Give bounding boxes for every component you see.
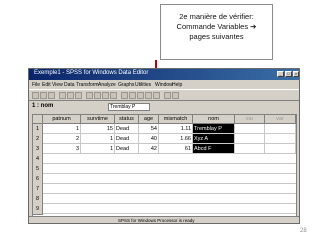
table-cell[interactable]: 61	[159, 144, 193, 154]
table-cell[interactable]: 1	[43, 124, 81, 134]
table-cell[interactable]	[235, 144, 265, 154]
empty-row[interactable]	[43, 184, 296, 194]
redo-icon[interactable]	[75, 92, 82, 99]
table-cell[interactable]: 15	[81, 124, 115, 134]
page-number: 28	[300, 228, 307, 234]
find-icon[interactable]	[110, 92, 117, 99]
select-cases-icon[interactable]	[153, 92, 160, 99]
menu-analyze[interactable]: Analyze	[98, 82, 116, 88]
goto-chart-icon[interactable]	[86, 92, 93, 99]
close-button[interactable]: ×	[293, 71, 299, 77]
empty-row[interactable]	[43, 154, 296, 164]
window-title: Exemple1 - SPSS for Windows Data Editor	[34, 70, 149, 76]
table-cell[interactable]: 42	[139, 144, 159, 154]
column-header-var[interactable]: var	[235, 115, 265, 124]
table-cell[interactable]	[265, 144, 296, 154]
save-icon[interactable]	[40, 92, 47, 99]
menu-edit[interactable]: Edit	[42, 82, 51, 88]
empty-row[interactable]	[43, 174, 296, 184]
split-file-icon[interactable]	[137, 92, 144, 99]
table-cell[interactable]	[265, 124, 296, 134]
table-cell-selected[interactable]: Tremblay P	[193, 124, 235, 134]
open-icon[interactable]	[32, 92, 39, 99]
empty-row[interactable]	[43, 204, 296, 214]
table-cell[interactable]: Dead	[115, 124, 139, 134]
weight-cases-icon[interactable]	[145, 92, 152, 99]
table-cell[interactable]	[265, 134, 296, 144]
table-cell[interactable]: 1	[81, 134, 115, 144]
table-cell-selected[interactable]: Abcd F	[193, 144, 235, 154]
row-header[interactable]: 9	[33, 204, 43, 215]
cell-editor-bar: 1 : nom Tremblay P	[29, 102, 299, 112]
menu-bar: File Edit View Data Transform Analyze Gr…	[29, 80, 299, 89]
print-icon[interactable]	[48, 92, 55, 99]
table-cell[interactable]: Dead	[115, 144, 139, 154]
cell-reference: 1 : nom	[32, 103, 54, 109]
empty-row[interactable]	[43, 194, 296, 204]
goto-case-icon[interactable]	[94, 92, 101, 99]
cell-value-field[interactable]: Tremblay P	[108, 103, 150, 111]
insert-variable-icon[interactable]	[129, 92, 136, 99]
use-sets-icon[interactable]	[172, 92, 179, 99]
table-cell[interactable]: Dead	[115, 134, 139, 144]
menu-file[interactable]: File	[32, 82, 40, 88]
column-header-mismatch[interactable]: mismatch	[159, 115, 193, 124]
column-header-status[interactable]: status	[115, 115, 139, 124]
data-grid: patnum survtime status age mismatch nom …	[32, 114, 297, 217]
empty-row[interactable]	[43, 164, 296, 174]
menu-help[interactable]: Help	[172, 82, 182, 88]
table-cell[interactable]: 1.11	[159, 124, 193, 134]
menu-view[interactable]: View	[52, 82, 63, 88]
menu-utilities[interactable]: Utilities	[135, 82, 151, 88]
table-cell[interactable]: 54	[139, 124, 159, 134]
menu-graphs[interactable]: Graphs	[118, 82, 134, 88]
table-cell[interactable]	[235, 124, 265, 134]
callout-line-1: 2e manière de vérifier:	[179, 12, 254, 21]
maximize-button[interactable]: □	[285, 71, 292, 77]
column-header-survtime[interactable]: survtime	[81, 115, 115, 124]
table-cell[interactable]: 1	[81, 144, 115, 154]
table-cell-selected[interactable]: Xyz A	[193, 134, 235, 144]
column-header-patnum[interactable]: patnum	[43, 115, 81, 124]
menu-window[interactable]: Window	[155, 82, 173, 88]
minimize-button[interactable]: _	[277, 71, 284, 77]
column-header-age[interactable]: age	[139, 115, 159, 124]
table-cell[interactable]	[235, 134, 265, 144]
toolbar	[29, 89, 299, 101]
title-bar[interactable]: Exemple1 - SPSS for Windows Data Editor …	[29, 69, 299, 80]
table-cell[interactable]: 3	[43, 144, 81, 154]
menu-data[interactable]: Data	[64, 82, 75, 88]
status-text: SPSS for Windows Processor is ready	[118, 218, 195, 223]
dialog-recall-icon[interactable]	[59, 92, 66, 99]
column-header-var[interactable]: var	[265, 115, 296, 124]
status-bar: SPSS for Windows Processor is ready	[29, 216, 299, 223]
menu-transform[interactable]: Transform	[76, 82, 99, 88]
value-labels-icon[interactable]	[164, 92, 171, 99]
callout-box: 2e manière de vérifier: Commande Variabl…	[160, 4, 273, 60]
callout-line-2: Commande Variables ➔	[176, 22, 257, 31]
table-cell[interactable]: 1.66	[159, 134, 193, 144]
table-cell[interactable]: 40	[139, 134, 159, 144]
undo-icon[interactable]	[67, 92, 74, 99]
spss-data-editor-window: Exemple1 - SPSS for Windows Data Editor …	[28, 68, 300, 224]
callout-line-3: pages suivantes	[189, 32, 244, 41]
table-cell[interactable]: 2	[43, 134, 81, 144]
corner-cell[interactable]	[33, 115, 43, 124]
insert-case-icon[interactable]	[121, 92, 128, 99]
column-header-nom[interactable]: nom	[193, 115, 235, 124]
variables-icon[interactable]	[102, 92, 109, 99]
